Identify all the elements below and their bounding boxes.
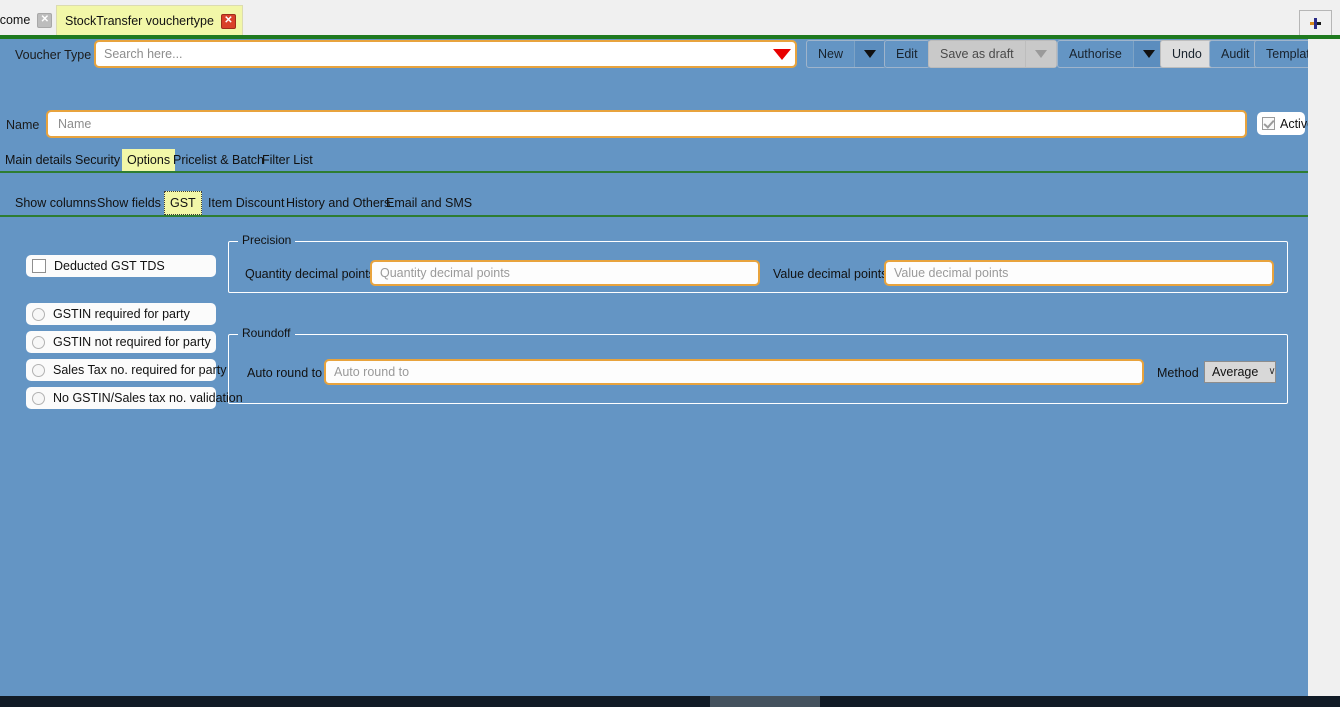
tab-filter-list-label: Filter List [262, 153, 313, 167]
main-tabs-divider [0, 171, 1308, 173]
dropdown-caret-icon[interactable] [769, 42, 795, 66]
subtab-show-columns-label: Show columns [15, 196, 96, 210]
roundoff-fieldset: Roundoff Auto round to Method Average ∨ [228, 334, 1288, 404]
radio-no-gstin-sales-tax-no-validation-label: No GSTIN/Sales tax no. validation [53, 391, 243, 405]
radio-gstin-not-required-for-party[interactable]: GSTIN not required for party [26, 331, 216, 353]
tab-welcome[interactable]: elcome ✕ [0, 6, 58, 34]
undo-button-label: Undo [1161, 47, 1213, 61]
radio-icon [32, 308, 45, 321]
sub-tab-strip: Show columns Show fields GST Item Discou… [0, 191, 1308, 215]
chevron-down-icon[interactable] [854, 41, 885, 67]
tab-security-label: Security [75, 153, 120, 167]
method-label: Method [1157, 366, 1199, 380]
plus-icon [1310, 18, 1321, 29]
tab-pricelist-and-batch[interactable]: Pricelist & Batch [168, 149, 269, 171]
tab-bar: elcome ✕ StockTransfer vouchertype ✕ [0, 0, 1340, 37]
new-button[interactable]: New [806, 40, 886, 68]
quantity-decimal-points-input[interactable] [372, 263, 758, 283]
main-tab-strip: Main details Security Options Pricelist … [0, 149, 1308, 171]
sub-tabs-divider [0, 215, 1308, 217]
subtab-gst-label: GST [170, 196, 196, 210]
value-decimal-points-field[interactable] [884, 260, 1274, 286]
chevron-down-icon: ∨ [1268, 367, 1275, 377]
tab-main-details[interactable]: Main details [0, 149, 77, 171]
undo-button[interactable]: Undo [1160, 40, 1214, 68]
radio-sales-tax-no-required-for-party-label: Sales Tax no. required for party [53, 363, 226, 377]
voucher-type-search[interactable] [94, 40, 797, 68]
subtab-email-and-sms[interactable]: Email and SMS [381, 191, 477, 215]
deducted-gst-tds-label: Deducted GST TDS [54, 259, 165, 273]
subtab-email-and-sms-label: Email and SMS [386, 196, 472, 210]
radio-icon [32, 392, 45, 405]
method-select-value: Average [1212, 365, 1258, 379]
quantity-decimal-points-label: Quantity decimal points [245, 267, 375, 281]
tab-main-details-label: Main details [5, 153, 72, 167]
subtab-history-and-others-label: History and Others [286, 196, 390, 210]
subtab-show-fields[interactable]: Show fields [92, 191, 166, 215]
subtab-item-discount[interactable]: Item Discount [203, 191, 289, 215]
auto-round-to-field[interactable] [324, 359, 1144, 385]
value-decimal-points-input[interactable] [886, 263, 1272, 283]
radio-gstin-required-for-party-label: GSTIN required for party [53, 307, 190, 321]
subtab-show-columns[interactable]: Show columns [10, 191, 101, 215]
close-icon[interactable]: ✕ [37, 13, 52, 28]
radio-sales-tax-no-required-for-party[interactable]: Sales Tax no. required for party [26, 359, 216, 381]
audit-button-label: Audit [1210, 47, 1261, 61]
checkbox-icon [32, 259, 46, 273]
roundoff-legend: Roundoff [238, 326, 295, 340]
tab-security[interactable]: Security [70, 149, 125, 171]
value-decimal-points-label: Value decimal points [773, 267, 887, 281]
tab-stocktransfer-vouchertype[interactable]: StockTransfer vouchertype ✕ [56, 5, 243, 36]
radio-gstin-required-for-party[interactable]: GSTIN required for party [26, 303, 216, 325]
precision-legend: Precision [238, 233, 295, 247]
subtab-show-fields-label: Show fields [97, 196, 161, 210]
name-label: Name [6, 118, 39, 132]
active-checkbox[interactable]: Active [1257, 112, 1305, 135]
auto-round-to-input[interactable] [326, 362, 1142, 382]
application-window: elcome ✕ StockTransfer vouchertype ✕ Vou… [0, 0, 1340, 707]
horizontal-scrollbar[interactable] [0, 696, 1340, 707]
tab-pricelist-and-batch-label: Pricelist & Batch [173, 153, 264, 167]
subtab-gst[interactable]: GST [164, 191, 202, 215]
quantity-decimal-points-field[interactable] [370, 260, 760, 286]
save-as-draft-button-label: Save as draft [929, 47, 1025, 61]
save-as-draft-button[interactable]: Save as draft [928, 40, 1057, 68]
add-tab-button[interactable] [1299, 10, 1332, 36]
tab-stocktransfer-vouchertype-label: StockTransfer vouchertype [65, 14, 221, 28]
radio-no-gstin-sales-tax-no-validation[interactable]: No GSTIN/Sales tax no. validation [26, 387, 216, 409]
tab-filter-list[interactable]: Filter List [257, 149, 318, 171]
search-input[interactable] [96, 43, 769, 65]
tab-welcome-label: elcome [0, 13, 37, 27]
method-select[interactable]: Average ∨ [1204, 361, 1276, 383]
close-icon[interactable]: ✕ [221, 14, 236, 29]
content-panel: Voucher Type New Edit Save as draft A [0, 39, 1308, 696]
right-gutter [1308, 39, 1340, 696]
chevron-down-icon[interactable] [1025, 41, 1056, 67]
deducted-gst-tds-checkbox[interactable]: Deducted GST TDS [26, 255, 216, 277]
name-input[interactable] [48, 113, 1245, 135]
edit-button[interactable]: Edit [884, 40, 930, 68]
checkmark-icon [1262, 117, 1275, 130]
radio-gstin-not-required-for-party-label: GSTIN not required for party [53, 335, 211, 349]
radio-icon [32, 336, 45, 349]
new-button-label: New [807, 47, 854, 61]
voucher-type-label: Voucher Type [15, 48, 91, 62]
edit-button-label: Edit [885, 47, 929, 61]
tab-options-label: Options [127, 153, 170, 167]
precision-fieldset: Precision Quantity decimal points Value … [228, 241, 1288, 293]
name-field-wrapper[interactable] [46, 110, 1247, 138]
authorise-button[interactable]: Authorise [1057, 40, 1165, 68]
radio-icon [32, 364, 45, 377]
subtab-history-and-others[interactable]: History and Others [281, 191, 395, 215]
auto-round-to-label: Auto round to [247, 366, 322, 380]
authorise-button-label: Authorise [1058, 47, 1133, 61]
subtab-item-discount-label: Item Discount [208, 196, 284, 210]
scrollbar-thumb[interactable] [710, 696, 820, 707]
